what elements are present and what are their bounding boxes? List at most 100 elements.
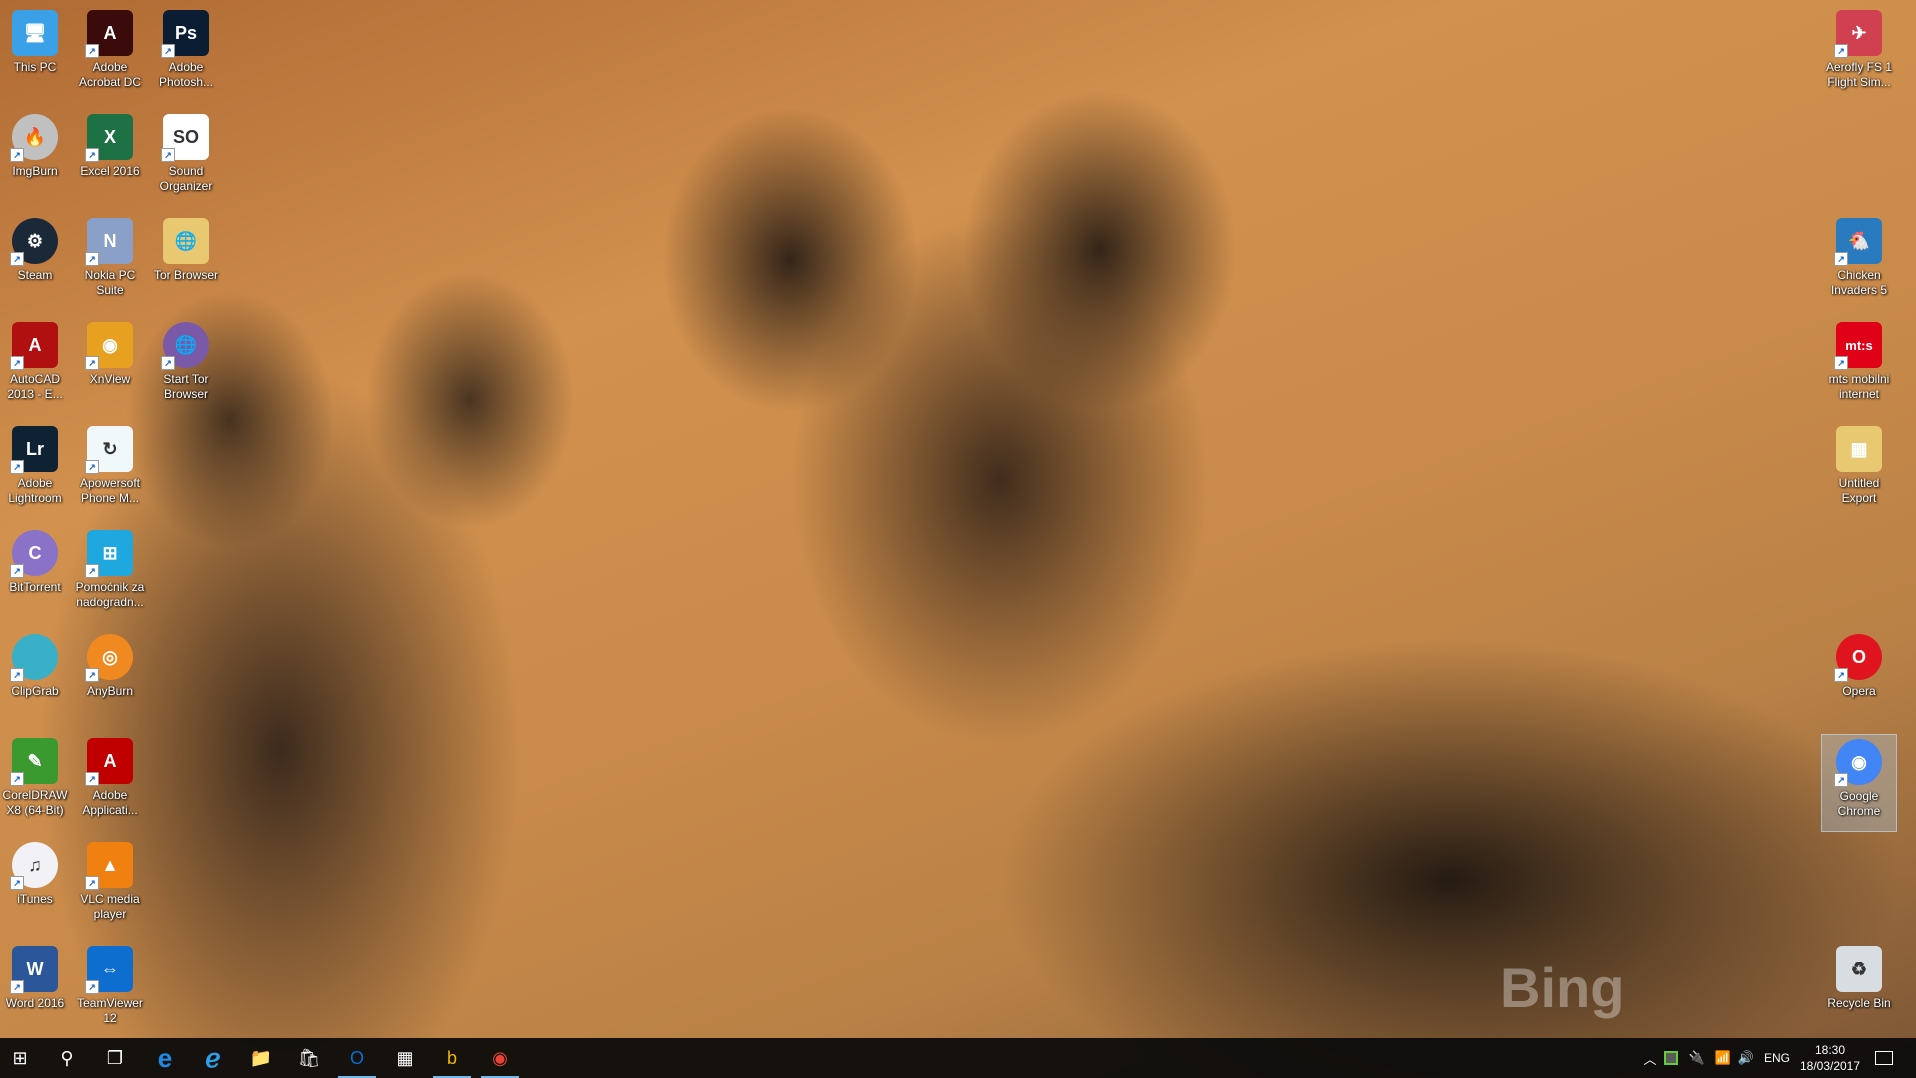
edge-icon: e xyxy=(157,1042,173,1073)
green-app-icon xyxy=(1664,1051,1678,1065)
acrobat-icon: A ↗ xyxy=(85,10,133,58)
autocad-icon: A ↗ xyxy=(10,322,58,370)
desktop-icon-xnview[interactable]: ◉ ↗ XnView xyxy=(72,318,148,416)
edge-button[interactable]: e xyxy=(142,1038,188,1078)
adobe-app-manager-icon: A ↗ xyxy=(85,738,133,786)
desktop-icon-label: XnView xyxy=(89,372,131,386)
opera-icon: O ↗ xyxy=(1834,634,1882,682)
shortcut-arrow-icon: ↗ xyxy=(10,668,24,682)
shortcut-arrow-icon: ↗ xyxy=(10,876,24,890)
desktop-icon-itunes[interactable]: ♫ ↗ iTunes xyxy=(0,838,73,936)
aerofly-icon: ✈ ↗ xyxy=(1834,10,1882,58)
calculator-button[interactable]: ▦ xyxy=(382,1038,428,1078)
bing-icon: b xyxy=(446,1047,457,1068)
desktop-icon-label: ClipGrab xyxy=(11,684,59,698)
desktop-icon-word-2016[interactable]: W ↗ Word 2016 xyxy=(0,942,73,1040)
desktop-icon-autocad-2013-e[interactable]: A ↗ AutoCAD 2013 - E... xyxy=(0,318,73,416)
shortcut-arrow-icon: ↗ xyxy=(10,564,24,578)
desktop-icon-steam[interactable]: ⚙ ↗ Steam xyxy=(0,214,73,312)
desktop-icon-aerofly-fs-1-flight-sim[interactable]: ✈ ↗ Aerofly FS 1 Flight Sim... xyxy=(1821,6,1897,104)
desktop-icon-mts-mobilni-internet[interactable]: mt:s ↗ mts mobilni internet xyxy=(1821,318,1897,416)
desktop-icon-label: CorelDRAW X8 (64-Bit) xyxy=(2,788,68,817)
desktop-icon-excel-2016[interactable]: X ↗ Excel 2016 xyxy=(72,110,148,208)
start-button[interactable]: ⊞ xyxy=(0,1038,43,1078)
desktop-icon-google-chrome[interactable]: ◉ ↗ Google Chrome xyxy=(1821,734,1897,832)
desktop-icon-label: Adobe Applicati... xyxy=(82,788,138,817)
search-icon: ⚲ xyxy=(60,1047,74,1068)
desktop-icon-anyburn[interactable]: ◎ ↗ AnyBurn xyxy=(72,630,148,728)
store-icon: 🛍 xyxy=(297,1047,321,1068)
desktop-icon-adobe-applicati[interactable]: A ↗ Adobe Applicati... xyxy=(72,734,148,832)
bittorrent-icon: C ↗ xyxy=(10,530,58,578)
chrome-button[interactable]: ◉ xyxy=(477,1038,523,1078)
task-view-button[interactable]: ❐ xyxy=(92,1038,138,1078)
bing-wallpaper-button[interactable]: b xyxy=(429,1038,475,1078)
shortcut-arrow-icon: ↗ xyxy=(85,460,99,474)
clock-time: 18:30 xyxy=(1814,1043,1846,1057)
windows-icon: ⊞ xyxy=(12,1047,28,1068)
search-button[interactable]: ⚲ xyxy=(44,1038,90,1078)
desktop-icon-vlc-media-player[interactable]: ▲ ↗ VLC media player xyxy=(72,838,148,936)
desktop-icon-imgburn[interactable]: 🔥 ↗ ImgBurn xyxy=(0,110,73,208)
sound-organizer-icon: SO ↗ xyxy=(161,114,209,162)
desktop-icon-teamviewer-12[interactable]: ⇔ ↗ TeamViewer 12 xyxy=(72,942,148,1040)
shortcut-arrow-icon: ↗ xyxy=(1834,44,1848,58)
desktop-icon-recycle-bin[interactable]: ♻ Recycle Bin xyxy=(1821,942,1897,1040)
outlook-icon: O xyxy=(349,1047,364,1068)
desktop-icon-label: VLC media player xyxy=(80,892,140,921)
desktop-icon-opera[interactable]: O ↗ Opera xyxy=(1821,630,1897,728)
steam-icon: ⚙ ↗ xyxy=(10,218,58,266)
shortcut-arrow-icon: ↗ xyxy=(85,252,99,266)
desktop-icon-apowersoft-phone-m[interactable]: ↻ ↗ Apowersoft Phone M... xyxy=(72,422,148,520)
desktop-icon-this-pc[interactable]: 🖥 This PC xyxy=(0,6,73,104)
folder-icon: 🌐 xyxy=(163,218,209,264)
desktop-icon-label: AutoCAD 2013 - E... xyxy=(7,372,63,401)
chicken-invaders-icon: 🐔 ↗ xyxy=(1834,218,1882,266)
bing-watermark: Bing xyxy=(1500,956,1625,1019)
desktop-icon-label: Word 2016 xyxy=(5,996,65,1010)
input-language-button[interactable]: ENG xyxy=(1762,1038,1792,1078)
desktop-icon-adobe-photosh[interactable]: Ps ↗ Adobe Photosh... xyxy=(148,6,224,104)
desktop-icon-bittorrent[interactable]: C ↗ BitTorrent xyxy=(0,526,73,624)
desktop-icon-label: TeamViewer 12 xyxy=(77,996,143,1025)
desktop-icon-nokia-pc-suite[interactable]: N ↗ Nokia PC Suite xyxy=(72,214,148,312)
chrome-icon: ◉ xyxy=(492,1047,508,1068)
desktop-icon-label: ImgBurn xyxy=(12,164,58,178)
battery-charging-icon: 🔌 xyxy=(1688,1050,1706,1065)
desktop-icon-label: Tor Browser xyxy=(153,268,218,282)
volume-button[interactable]: 🔊 xyxy=(1735,1038,1757,1078)
internet-explorer-icon: ℯ xyxy=(205,1042,221,1073)
battery-button[interactable]: 🔌 xyxy=(1686,1038,1708,1078)
file-explorer-button[interactable]: 📁 xyxy=(238,1038,284,1078)
desktop-icon-pomo-nik-za-nadogradn[interactable]: ⊞ ↗ Pomoćnik za nadogradn... xyxy=(72,526,148,624)
desktop-icon-sound-organizer[interactable]: SO ↗ Sound Organizer xyxy=(148,110,224,208)
desktop-icon-clipgrab[interactable]: ↗ ClipGrab xyxy=(0,630,73,728)
desktop-icon-adobe-acrobat-dc[interactable]: A ↗ Adobe Acrobat DC xyxy=(72,6,148,104)
shortcut-arrow-icon: ↗ xyxy=(85,44,99,58)
shortcut-arrow-icon: ↗ xyxy=(161,44,175,58)
desktop-icon-chicken-invaders-5[interactable]: 🐔 ↗ Chicken Invaders 5 xyxy=(1821,214,1897,312)
clock-button[interactable]: 18:30 18/03/2017 xyxy=(1798,1038,1862,1078)
desktop-icon-label: Adobe Acrobat DC xyxy=(78,60,142,89)
chevron-up-icon: ︿ xyxy=(1643,1051,1657,1067)
shortcut-arrow-icon: ↗ xyxy=(1834,773,1848,787)
desktop-icon-adobe-lightroom[interactable]: Lr ↗ Adobe Lightroom xyxy=(0,422,73,520)
outlook-button[interactable]: O xyxy=(334,1038,380,1078)
network-button[interactable]: 📶 xyxy=(1712,1038,1734,1078)
shortcut-arrow-icon: ↗ xyxy=(10,252,24,266)
internet-explorer-button[interactable]: ℯ xyxy=(190,1038,236,1078)
desktop-icon-start-tor-browser[interactable]: 🌐 ↗ Start Tor Browser xyxy=(148,318,224,416)
coreldraw-icon: ✎ ↗ xyxy=(10,738,58,786)
shortcut-arrow-icon: ↗ xyxy=(161,356,175,370)
desktop-icon-untitled-export[interactable]: ▦ Untitled Export xyxy=(1821,422,1897,520)
tray-app-icon[interactable] xyxy=(1662,1038,1680,1078)
desktop-icon-tor-browser[interactable]: 🌐 Tor Browser xyxy=(148,214,224,312)
folder-icon: ▦ xyxy=(1836,426,1882,472)
speaker-icon: 🔊 xyxy=(1737,1050,1755,1065)
store-button[interactable]: 🛍 xyxy=(286,1038,332,1078)
photoshop-icon: Ps ↗ xyxy=(161,10,209,58)
shortcut-arrow-icon: ↗ xyxy=(1834,356,1848,370)
action-center-button[interactable] xyxy=(1868,1038,1900,1078)
desktop-icon-coreldraw-x8-64-bit[interactable]: ✎ ↗ CorelDRAW X8 (64-Bit) xyxy=(0,734,73,832)
show-hidden-icons-button[interactable]: ︿ xyxy=(1640,1038,1660,1078)
